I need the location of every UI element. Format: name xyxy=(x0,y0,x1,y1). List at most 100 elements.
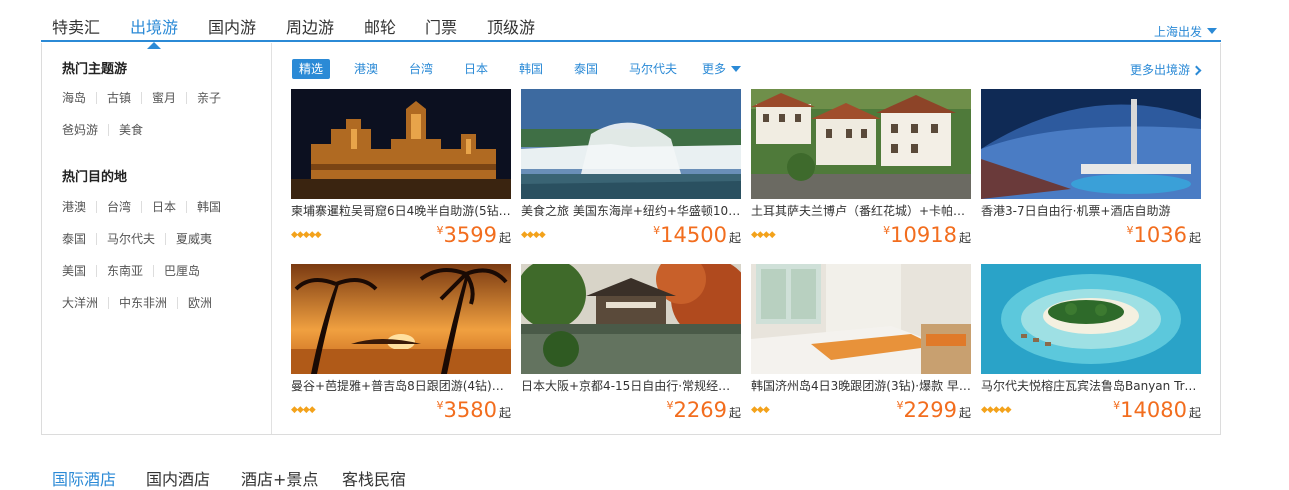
price-value: 10918 xyxy=(890,223,957,247)
chevron-right-icon xyxy=(1191,65,1202,76)
product-card[interactable]: 曼谷+芭提雅+普吉岛8日跟团游(4钻)… ◆◆◆◆ ¥3580 起 xyxy=(291,264,511,422)
dest-item-thailand[interactable]: 泰国 xyxy=(62,233,96,245)
tab-hotel-attractions[interactable]: 酒店+景点 xyxy=(241,466,318,490)
product-meta: ¥2269 起 xyxy=(521,394,741,422)
product-meta: ◆◆◆◆ ¥10918 起 xyxy=(751,219,971,247)
product-meta: ¥1036 起 xyxy=(981,219,1201,247)
dest-item-southeast-asia[interactable]: 东南亚 xyxy=(96,265,153,277)
price-value: 3599 xyxy=(443,223,497,247)
departure-city-label: 上海出发 xyxy=(1153,25,1202,39)
product-card[interactable]: 韩国济州岛4日3晚跟团游(3钻)·爆款 早… ◆◆◆ ¥2299 起 xyxy=(751,264,971,422)
tab-special-sale[interactable]: 特卖汇 xyxy=(52,14,100,38)
product-price: ¥14500 起 xyxy=(653,223,741,247)
tab-luxury[interactable]: 顶级游 xyxy=(487,14,535,38)
niagara-falls-image xyxy=(521,89,741,199)
currency-symbol: ¥ xyxy=(436,224,444,237)
dest-item-hk-macau[interactable]: 港澳 xyxy=(62,201,96,213)
top-nav: 特卖汇 出境游 国内游 周边游 邮轮 门票 顶级游 上海出发 xyxy=(41,0,1221,49)
product-price: ¥2269 起 xyxy=(667,398,741,422)
tab-guesthouses[interactable]: 客栈民宿 xyxy=(342,466,406,490)
currency-symbol: ¥ xyxy=(666,399,674,412)
product-title: 曼谷+芭提雅+普吉岛8日跟团游(4钻)… xyxy=(291,379,504,393)
dest-item-europe[interactable]: 欧洲 xyxy=(177,297,222,309)
theme-item-family[interactable]: 亲子 xyxy=(186,92,231,104)
diamond-rating-icon: ◆◆◆◆ xyxy=(291,405,316,415)
product-card[interactable]: 香港3-7日自由行·机票+酒店自助游 ¥1036 起 xyxy=(981,89,1201,247)
currency-symbol: ¥ xyxy=(896,399,904,412)
dest-row: 泰国 马尔代夫 夏威夷 xyxy=(62,232,222,246)
filter-maldives[interactable]: 马尔代夫 xyxy=(629,59,677,79)
theme-section-title: 热门主题游 xyxy=(62,62,128,77)
dest-item-hawaii[interactable]: 夏威夷 xyxy=(165,233,222,245)
diamond-rating-icon: ◆◆◆◆ xyxy=(521,230,546,240)
product-price: ¥1036 起 xyxy=(1127,223,1201,247)
dest-item-taiwan[interactable]: 台湾 xyxy=(96,201,141,213)
ocean-park-image xyxy=(981,89,1201,199)
tab-domestic-hotels[interactable]: 国内酒店 xyxy=(146,466,210,490)
dest-item-middle-east-africa[interactable]: 中东非洲 xyxy=(108,297,177,309)
safranbolu-houses-image xyxy=(751,89,971,199)
product-title: 韩国济州岛4日3晚跟团游(3钻)·爆款 早… xyxy=(751,379,971,393)
filter-japan[interactable]: 日本 xyxy=(464,59,488,79)
tab-tickets[interactable]: 门票 xyxy=(425,14,457,38)
product-meta: ◆◆◆◆ ¥3580 起 xyxy=(291,394,511,422)
dest-item-maldives[interactable]: 马尔代夫 xyxy=(96,233,165,245)
sidebar: 热门主题游 海岛 古镇 蜜月 亲子 爸妈游 美食 热门目的地 港澳 台湾 日本 韩国 泰国 马尔… xyxy=(42,43,272,434)
dest-section-title: 热门目的地 xyxy=(62,170,128,185)
maldives-island-image xyxy=(981,264,1201,374)
dest-item-oceania[interactable]: 大洋洲 xyxy=(62,297,108,309)
price-unit: 起 xyxy=(728,406,741,420)
product-card[interactable]: 美食之旅 美国东海岸+纽约+华盛顿10… ◆◆◆◆ ¥14500 起 xyxy=(521,89,741,247)
price-unit: 起 xyxy=(498,231,511,245)
dest-item-korea[interactable]: 韩国 xyxy=(186,201,231,213)
filter-thailand[interactable]: 泰国 xyxy=(574,59,598,79)
diamond-rating-icon: ◆◆◆◆◆ xyxy=(291,230,322,240)
departure-city-selector[interactable]: 上海出发 xyxy=(1154,23,1217,40)
kyoto-pavilion-image xyxy=(521,264,741,374)
price-value: 3580 xyxy=(443,398,497,422)
more-outbound-link[interactable]: 更多出境游 xyxy=(1130,61,1202,78)
filter-more-label: 更多 xyxy=(702,62,727,76)
filter-featured[interactable]: 精选 xyxy=(292,59,331,79)
product-meta: ◆◆◆ ¥2299 起 xyxy=(751,394,971,422)
price-unit: 起 xyxy=(728,231,741,245)
theme-item-parents[interactable]: 爸妈游 xyxy=(62,124,108,136)
price-value: 14500 xyxy=(660,223,727,247)
price-value: 1036 xyxy=(1133,223,1187,247)
product-meta: ◆◆◆◆ ¥14500 起 xyxy=(521,219,741,247)
currency-symbol: ¥ xyxy=(1126,224,1134,237)
hotel-room-image xyxy=(751,264,971,374)
theme-item-honeymoon[interactable]: 蜜月 xyxy=(141,92,186,104)
product-card[interactable]: 马尔代夫悦榕庄瓦宾法鲁岛Banyan Tre… ◆◆◆◆◆ ¥14080 起 xyxy=(981,264,1201,422)
price-unit: 起 xyxy=(958,406,971,420)
theme-item-ancient-town[interactable]: 古镇 xyxy=(96,92,141,104)
dest-item-bali[interactable]: 巴厘岛 xyxy=(153,265,210,277)
dest-item-japan[interactable]: 日本 xyxy=(141,201,186,213)
tab-cruise[interactable]: 邮轮 xyxy=(364,14,396,38)
product-price: ¥14080 起 xyxy=(1113,398,1201,422)
theme-item-food[interactable]: 美食 xyxy=(108,124,153,136)
product-card[interactable]: 日本大阪+京都4-15日自由行·常规经典版 ¥2269 起 xyxy=(521,264,741,422)
price-value: 2299 xyxy=(903,398,957,422)
product-price: ¥3580 起 xyxy=(437,398,511,422)
tab-intl-hotels[interactable]: 国际酒店 xyxy=(52,466,116,490)
tab-nearby[interactable]: 周边游 xyxy=(286,14,334,38)
dest-row: 美国 东南亚 巴厘岛 xyxy=(62,264,210,278)
price-unit: 起 xyxy=(958,231,971,245)
dest-item-usa[interactable]: 美国 xyxy=(62,265,96,277)
filter-hk-macau[interactable]: 港澳 xyxy=(354,59,378,79)
filter-more[interactable]: 更多 xyxy=(702,59,742,79)
diamond-rating-icon: ◆◆◆◆◆ xyxy=(981,405,1012,415)
theme-item-island[interactable]: 海岛 xyxy=(62,92,96,104)
product-price: ¥3599 起 xyxy=(437,223,511,247)
filter-korea[interactable]: 韩国 xyxy=(519,59,543,79)
diamond-rating-icon: ◆◆◆◆ xyxy=(751,230,776,240)
product-title: 香港3-7日自由行·机票+酒店自助游 xyxy=(981,204,1171,218)
filter-taiwan[interactable]: 台湾 xyxy=(409,59,433,79)
product-card[interactable]: 柬埔寨暹粒吴哥窟6日4晚半自助游(5钻… ◆◆◆◆◆ ¥3599 起 xyxy=(291,89,511,247)
sunset-palms-image xyxy=(291,264,511,374)
tab-domestic[interactable]: 国内游 xyxy=(208,14,256,38)
tab-outbound[interactable]: 出境游 xyxy=(130,14,178,49)
product-title: 日本大阪+京都4-15日自由行·常规经典版 xyxy=(521,379,741,393)
product-card[interactable]: 土耳其萨夫兰博卢（番红花城）+卡帕… ◆◆◆◆ ¥10918 起 xyxy=(751,89,971,247)
